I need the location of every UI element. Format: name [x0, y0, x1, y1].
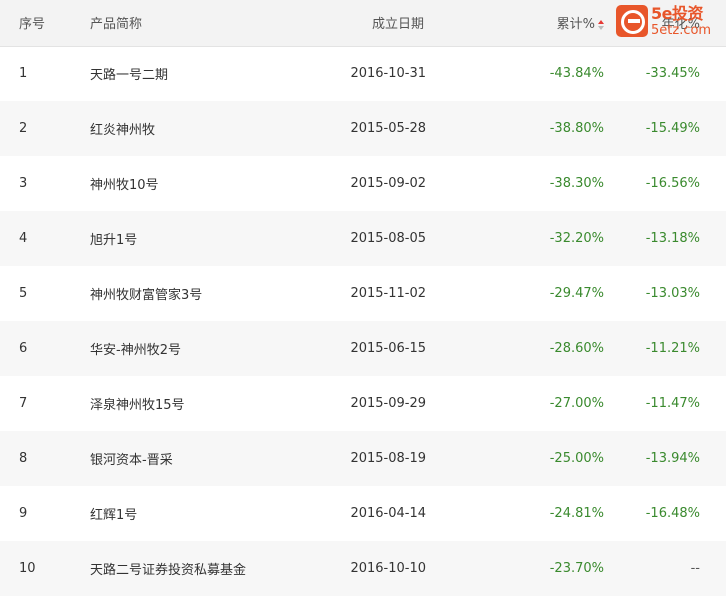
cell-date: 2015-09-02 [350, 176, 426, 191]
cell-annualized: -13.18% [645, 231, 700, 246]
table-row[interactable]: 9 红辉1号 2016-04-14 -24.81% -16.48% [0, 486, 726, 541]
cell-annualized: -13.03% [645, 286, 700, 301]
cell-annualized: -16.56% [645, 176, 700, 191]
cell-cumulative: -24.81% [549, 506, 604, 521]
cell-name[interactable]: 银河资本-晋采 [90, 431, 320, 486]
cell-date: 2015-08-05 [350, 231, 426, 246]
table-row[interactable]: 6 华安-神州牧2号 2015-06-15 -28.60% -11.21% [0, 321, 726, 376]
logo-sub-text: 5etz.com [651, 22, 712, 38]
cell-date: 2015-11-02 [350, 286, 426, 301]
table-row[interactable]: 5 神州牧财富管家3号 2015-11-02 -29.47% -13.03% [0, 266, 726, 321]
cell-date: 2015-08-19 [350, 451, 426, 466]
cell-annualized: -33.45% [645, 66, 700, 82]
table-row[interactable]: 1 天路一号二期 2016-10-31 -43.84% -33.45% [0, 46, 726, 101]
cell-date: 2016-10-31 [350, 66, 426, 82]
cell-cumulative: -43.84% [549, 66, 604, 82]
table-row[interactable]: 8 银河资本-晋采 2015-08-19 -25.00% -13.94% [0, 431, 726, 486]
cell-annualized: -11.47% [645, 396, 700, 411]
cell-name[interactable]: 华安-神州牧2号 [90, 321, 320, 376]
cell-name[interactable]: 天路一号二期 [90, 46, 320, 101]
table-row[interactable]: 3 神州牧10号 2015-09-02 -38.30% -16.56% [0, 156, 726, 211]
cell-name[interactable]: 神州牧财富管家3号 [90, 266, 320, 321]
header-cumulative[interactable]: 累计% [466, 0, 604, 46]
cell-no: 2 [19, 121, 28, 136]
cell-annualized: -13.94% [645, 451, 700, 466]
watermark-logo: 5e投资 5etz.com [616, 2, 720, 40]
cell-no: 8 [19, 451, 28, 466]
table-row[interactable]: 7 泽泉神州牧15号 2015-09-29 -27.00% -11.47% [0, 376, 726, 431]
header-cumulative-label: 累计% [556, 17, 595, 33]
table-row[interactable]: 4 旭升1号 2015-08-05 -32.20% -13.18% [0, 211, 726, 266]
cell-name[interactable]: 红炎神州牧 [90, 101, 320, 156]
logo-main-text: 5e投资 [651, 3, 704, 23]
cell-no: 4 [19, 231, 28, 246]
cell-cumulative: -23.70% [549, 561, 604, 576]
cell-annualized: -16.48% [645, 506, 700, 521]
cell-cumulative: -27.00% [549, 396, 604, 411]
cell-no: 9 [19, 506, 28, 521]
cell-annualized: -15.49% [645, 121, 700, 136]
cell-cumulative: -38.30% [549, 176, 604, 191]
cell-name[interactable]: 泽泉神州牧15号 [90, 376, 320, 431]
cell-date: 2015-09-29 [350, 396, 426, 411]
header-name: 产品简称 [90, 17, 143, 33]
cell-cumulative: -25.00% [549, 451, 604, 466]
cell-no: 5 [19, 286, 28, 301]
cell-no: 1 [19, 66, 28, 82]
cell-no: 10 [19, 561, 36, 576]
header-date[interactable]: 成立日期 [320, 0, 466, 46]
cell-no: 6 [19, 341, 28, 356]
table-row[interactable]: 10 天路二号证券投资私募基金 2016-10-10 -23.70% -- [0, 541, 726, 596]
cell-cumulative: -38.80% [549, 121, 604, 136]
sort-arrows-icon[interactable] [598, 19, 604, 30]
cell-annualized: -11.21% [645, 341, 700, 356]
logo-badge-icon [616, 5, 648, 37]
header-no: 序号 [19, 17, 46, 33]
cell-name[interactable]: 旭升1号 [90, 211, 320, 266]
cell-cumulative: -32.20% [549, 231, 604, 246]
fund-ranking-table: 序号 产品简称 成立日期 累计% 年化% 1 天路一号二期 2016-10-31 -4… [0, 0, 726, 596]
cell-name[interactable]: 红辉1号 [90, 486, 320, 541]
cell-date: 2016-10-10 [350, 561, 426, 576]
cell-no: 7 [19, 396, 28, 411]
cell-date: 2015-06-15 [350, 341, 426, 356]
cell-cumulative: -29.47% [549, 286, 604, 301]
cell-date: 2015-05-28 [350, 121, 426, 136]
cell-no: 3 [19, 176, 28, 191]
table-row[interactable]: 2 红炎神州牧 2015-05-28 -38.80% -15.49% [0, 101, 726, 156]
cell-name[interactable]: 神州牧10号 [90, 156, 320, 211]
cell-cumulative: -28.60% [549, 341, 604, 356]
cell-name[interactable]: 天路二号证券投资私募基金 [90, 541, 320, 596]
cell-annualized: -- [690, 561, 700, 576]
cell-date: 2016-04-14 [350, 506, 426, 521]
